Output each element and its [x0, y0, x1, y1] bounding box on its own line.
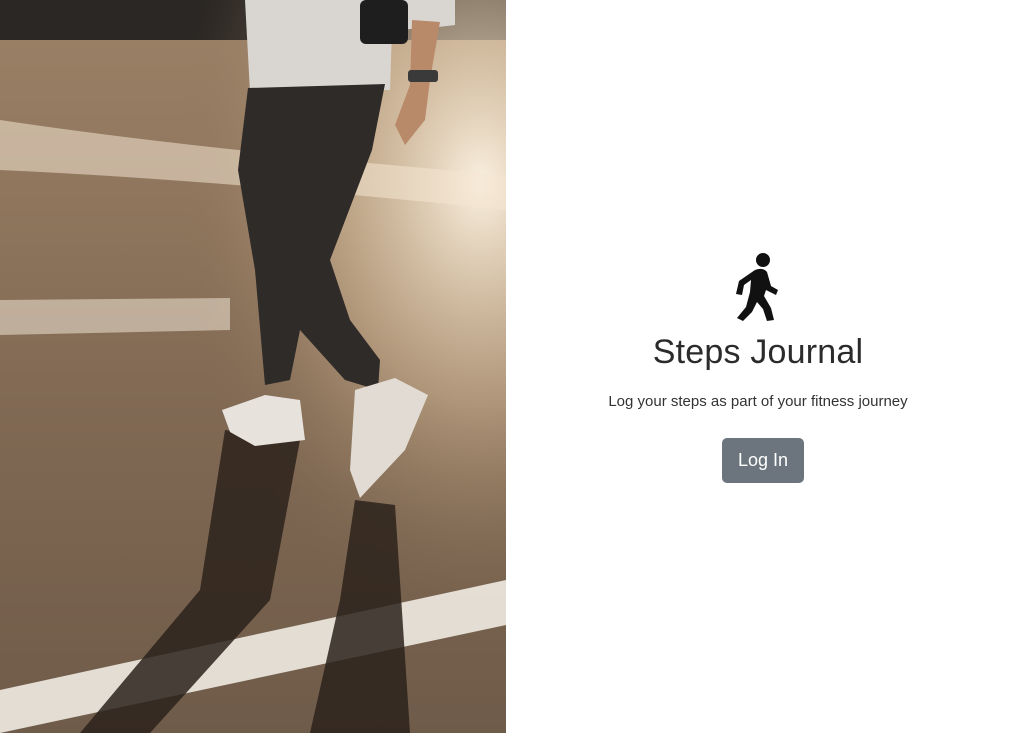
walking-person-image	[0, 0, 506, 733]
log-in-button[interactable]: Log In	[722, 438, 804, 483]
app-title: Steps Journal	[652, 333, 864, 371]
landing-page: Steps Journal Log your steps as part of …	[0, 0, 1010, 733]
person-walking-icon	[736, 253, 778, 321]
login-panel: Steps Journal Log your steps as part of …	[506, 0, 1010, 733]
app-tagline: Log your steps as part of your fitness j…	[608, 393, 908, 410]
hero-photo	[0, 0, 506, 733]
